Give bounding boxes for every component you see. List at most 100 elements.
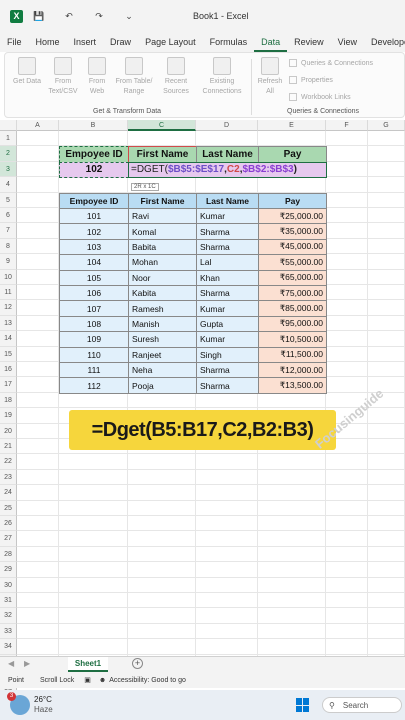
row-header-30[interactable]: 30 bbox=[0, 577, 17, 593]
existing-connections-button[interactable]: Existing Connections bbox=[197, 57, 247, 97]
row-header-2[interactable]: 2 bbox=[0, 146, 17, 162]
table-cell[interactable]: Gupta bbox=[196, 315, 259, 333]
row-header-10[interactable]: 10 bbox=[0, 269, 17, 285]
table-cell[interactable]: Sharma bbox=[196, 377, 259, 394]
table-cell[interactable]: 105 bbox=[59, 269, 129, 286]
tab-draw[interactable]: Draw bbox=[103, 32, 138, 52]
row-header-16[interactable]: 16 bbox=[0, 362, 17, 378]
criteria-header-1[interactable]: First Name bbox=[128, 146, 197, 163]
row-header-25[interactable]: 25 bbox=[0, 500, 17, 516]
add-sheet-icon[interactable]: + bbox=[132, 658, 143, 669]
tab-data[interactable]: Data bbox=[254, 32, 288, 52]
row-header-4[interactable]: 4 bbox=[0, 177, 17, 193]
queries-connections-button[interactable]: Queries & Connections bbox=[289, 59, 373, 67]
column-header-d[interactable]: D bbox=[196, 120, 258, 131]
worksheet[interactable]: A B C D E F G 1 2 3 4 5 6 7 8 9 10 11 12 13 14 15 16 17 18 19 20 21… bbox=[0, 120, 405, 701]
table-cell[interactable]: 109 bbox=[59, 331, 129, 348]
column-header-b[interactable]: B bbox=[59, 120, 128, 131]
customize-qat-icon[interactable]: ⌄ bbox=[123, 10, 135, 22]
table-header-0[interactable]: Empoyee ID bbox=[59, 192, 129, 209]
from-table-button[interactable]: From Table/ Range bbox=[111, 57, 157, 97]
table-cell[interactable]: Neha bbox=[128, 362, 197, 379]
table-cell[interactable]: 102 bbox=[59, 223, 129, 240]
table-cell[interactable]: Ranjeet bbox=[128, 346, 197, 363]
row-header-32[interactable]: 32 bbox=[0, 608, 17, 624]
column-header-f[interactable]: F bbox=[326, 120, 368, 131]
tab-formulas[interactable]: Formulas bbox=[203, 32, 255, 52]
table-cell[interactable]: Lal bbox=[196, 254, 259, 271]
table-cell[interactable]: Noor bbox=[128, 269, 197, 286]
criteria-value-cell[interactable]: 102 bbox=[59, 161, 129, 179]
table-cell[interactable]: Sharma bbox=[196, 362, 259, 379]
table-cell[interactable]: Kumar bbox=[196, 208, 259, 225]
table-cell[interactable]: Ravi bbox=[128, 208, 197, 225]
row-header-5[interactable]: 5 bbox=[0, 192, 17, 208]
row-header-1[interactable]: 1 bbox=[0, 131, 17, 147]
table-cell[interactable]: Kabita bbox=[128, 285, 197, 302]
table-cell[interactable]: 108 bbox=[59, 315, 129, 333]
row-header-22[interactable]: 22 bbox=[0, 454, 17, 470]
tab-develope[interactable]: Develope bbox=[364, 32, 405, 52]
table-cell[interactable]: 111 bbox=[59, 362, 129, 379]
table-cell[interactable]: 106 bbox=[59, 285, 129, 302]
column-header-c[interactable]: C bbox=[128, 120, 196, 131]
from-text-button[interactable]: From Text/CSV bbox=[45, 57, 81, 97]
get-data-button[interactable]: Get Data bbox=[13, 57, 41, 87]
row-header-9[interactable]: 9 bbox=[0, 254, 17, 270]
table-cell[interactable]: ₹85,000.00 bbox=[258, 300, 327, 317]
table-cell[interactable]: Ramesh bbox=[128, 300, 197, 317]
criteria-header-3[interactable]: Pay bbox=[258, 146, 327, 163]
row-header-3[interactable]: 3 bbox=[0, 161, 17, 178]
row-header-23[interactable]: 23 bbox=[0, 469, 17, 486]
next-sheet-icon[interactable]: ▶ bbox=[24, 659, 30, 668]
row-header-15[interactable]: 15 bbox=[0, 346, 17, 362]
row-header-33[interactable]: 33 bbox=[0, 623, 17, 640]
row-header-20[interactable]: 20 bbox=[0, 423, 17, 439]
tab-home[interactable]: Home bbox=[29, 32, 67, 52]
table-cell[interactable]: ₹45,000.00 bbox=[258, 238, 327, 256]
row-header-8[interactable]: 8 bbox=[0, 238, 17, 255]
table-cell[interactable]: 104 bbox=[59, 254, 129, 271]
tab-review[interactable]: Review bbox=[287, 32, 331, 52]
from-web-button[interactable]: From Web bbox=[85, 57, 109, 97]
row-header-14[interactable]: 14 bbox=[0, 331, 17, 347]
table-cell[interactable]: Manish bbox=[128, 315, 197, 333]
weather-icon[interactable]: 3 bbox=[7, 692, 30, 715]
recent-sources-button[interactable]: Recent Sources bbox=[159, 57, 193, 97]
table-cell[interactable]: 110 bbox=[59, 346, 129, 363]
row-header-17[interactable]: 17 bbox=[0, 377, 17, 393]
refresh-all-button[interactable]: Refresh All bbox=[255, 57, 285, 97]
formula-cell-c3[interactable]: =DGET($B$5:$E$17, C2, $B$2:$B$3) bbox=[128, 161, 327, 179]
table-cell[interactable]: ₹25,000.00 bbox=[258, 208, 327, 225]
table-cell[interactable]: ₹65,000.00 bbox=[258, 269, 327, 286]
row-header-11[interactable]: 11 bbox=[0, 285, 17, 301]
row-header-31[interactable]: 31 bbox=[0, 593, 17, 609]
table-cell[interactable]: Kumar bbox=[196, 331, 259, 348]
sheet-tab-sheet1[interactable]: Sheet1 bbox=[68, 657, 108, 672]
tab-view[interactable]: View bbox=[331, 32, 364, 52]
column-header-e[interactable]: E bbox=[258, 120, 326, 131]
table-header-2[interactable]: Last Name bbox=[196, 192, 259, 209]
criteria-header-2[interactable]: Last Name bbox=[196, 146, 259, 163]
row-header-26[interactable]: 26 bbox=[0, 516, 17, 532]
table-cell[interactable]: ₹75,000.00 bbox=[258, 285, 327, 302]
row-header-13[interactable]: 13 bbox=[0, 315, 17, 332]
table-cell[interactable]: Kumar bbox=[196, 300, 259, 317]
redo-icon[interactable]: ↷ bbox=[93, 10, 105, 22]
row-header-28[interactable]: 28 bbox=[0, 546, 17, 563]
table-cell[interactable]: Komal bbox=[128, 223, 197, 240]
table-cell[interactable]: Mohan bbox=[128, 254, 197, 271]
row-header-19[interactable]: 19 bbox=[0, 408, 17, 424]
row-header-29[interactable]: 29 bbox=[0, 562, 17, 578]
table-cell[interactable]: ₹35,000.00 bbox=[258, 223, 327, 240]
table-cell[interactable]: 103 bbox=[59, 238, 129, 256]
table-cell[interactable]: 107 bbox=[59, 300, 129, 317]
table-header-1[interactable]: First Name bbox=[128, 192, 197, 209]
table-cell[interactable]: Sharma bbox=[196, 285, 259, 302]
tab-file[interactable]: File bbox=[0, 32, 29, 52]
column-header-a[interactable]: A bbox=[17, 120, 59, 131]
row-header-18[interactable]: 18 bbox=[0, 392, 17, 409]
row-header-7[interactable]: 7 bbox=[0, 223, 17, 239]
table-cell[interactable]: ₹55,000.00 bbox=[258, 254, 327, 271]
row-header-27[interactable]: 27 bbox=[0, 531, 17, 547]
